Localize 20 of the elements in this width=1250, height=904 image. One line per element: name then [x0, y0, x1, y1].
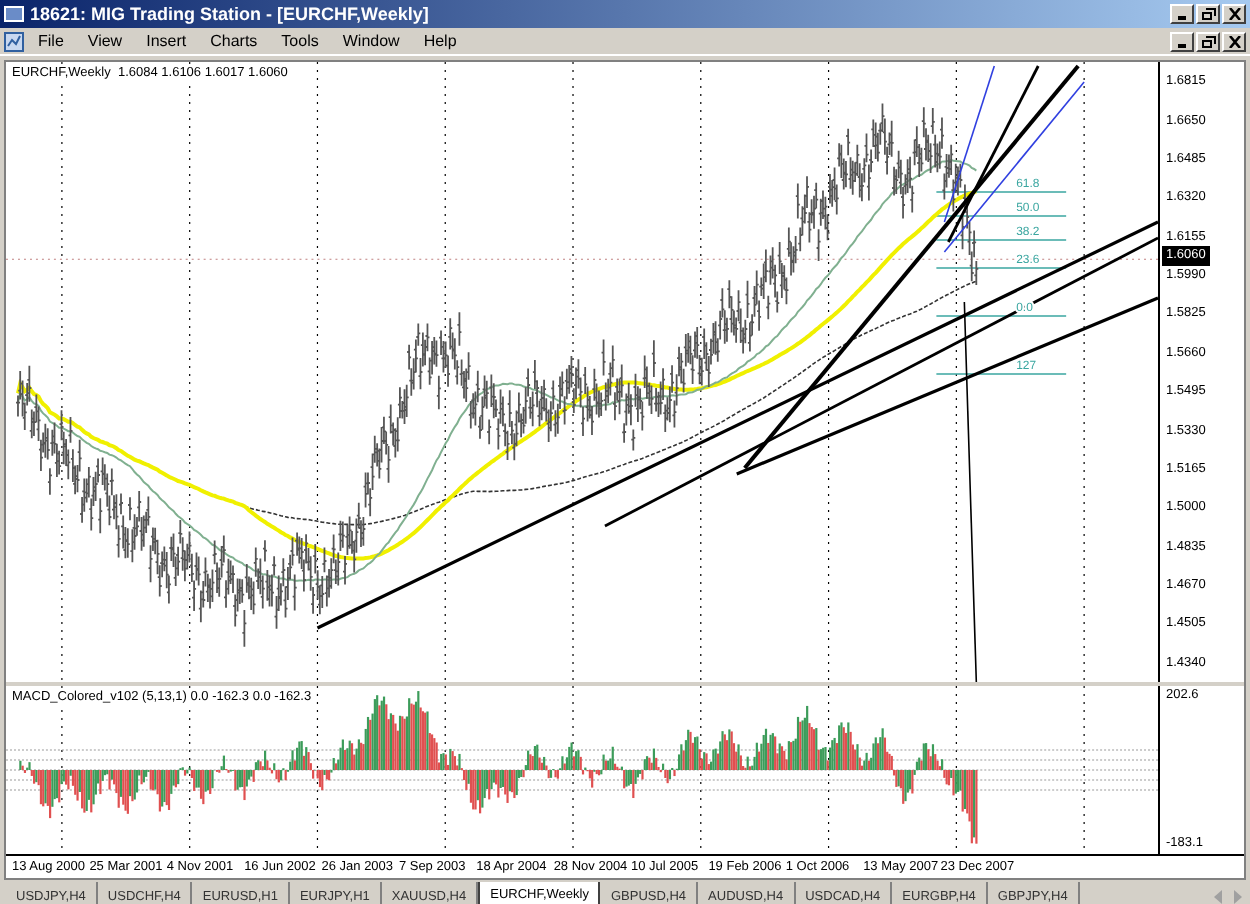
restore-icon — [1201, 35, 1215, 47]
menu-item[interactable]: Charts — [200, 32, 268, 50]
minimize-button[interactable] — [1170, 31, 1194, 51]
close-icon — [1227, 8, 1241, 20]
menu-item[interactable]: Tools — [271, 32, 329, 50]
restore-button[interactable] — [1196, 4, 1220, 24]
menu-item[interactable]: Insert — [136, 32, 197, 50]
minimize-button[interactable] — [1170, 4, 1194, 24]
menu-item[interactable]: Window — [332, 32, 410, 50]
restore-button[interactable] — [1196, 31, 1220, 51]
close-icon — [1227, 35, 1241, 47]
close-button[interactable] — [1222, 4, 1246, 24]
restore-icon — [1201, 8, 1215, 20]
menu-item[interactable]: Help — [413, 32, 467, 50]
close-button[interactable] — [1222, 31, 1246, 51]
app-icon — [4, 6, 24, 22]
window-title: 18621: MIG Trading Station - [EURCHF,Weekly] — [30, 4, 431, 24]
menu-item[interactable]: File — [28, 32, 74, 50]
chart-window-icon[interactable] — [4, 31, 24, 51]
menu-item[interactable]: View — [77, 32, 133, 50]
